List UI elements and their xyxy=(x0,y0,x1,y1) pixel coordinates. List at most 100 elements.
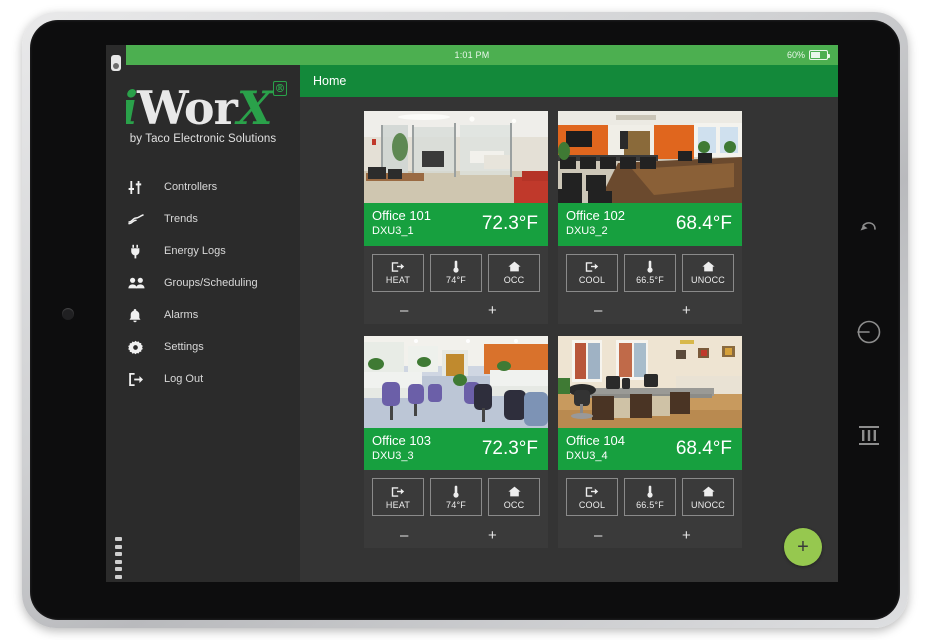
zone-decrease-button[interactable]: – xyxy=(400,303,408,318)
zone-controls: COOL 66.5°F UNOCC xyxy=(558,470,742,522)
zone-increase-button[interactable]: + xyxy=(488,303,497,318)
zone-name: Office 103 xyxy=(372,432,432,448)
mode-arrow-icon xyxy=(391,485,405,498)
screenshot-stage: 1:01 PM 60% iWorX ® by Taco Electronic So… xyxy=(0,0,930,640)
zone-occupancy-button[interactable]: UNOCC xyxy=(682,253,734,292)
home-icon xyxy=(701,260,715,273)
status-bar-right: 60% xyxy=(786,45,830,65)
tablet-left-hardware-strip xyxy=(106,45,126,582)
sidebar-item-label: Groups/Scheduling xyxy=(164,277,258,289)
sliders-icon xyxy=(128,180,154,195)
sidebar-item-trends[interactable]: Trends xyxy=(106,203,300,235)
zone-occupancy-label: OCC xyxy=(503,275,525,286)
sidebar-item-energy-logs[interactable]: Energy Logs xyxy=(106,235,300,267)
logo-letter-w: W xyxy=(136,81,185,135)
zone-mode-button[interactable]: HEAT xyxy=(372,478,424,517)
sidebar-item-label: Energy Logs xyxy=(164,245,226,257)
zone-decrease-button[interactable]: – xyxy=(594,303,602,318)
zone-occupancy-label: UNOCC xyxy=(691,275,725,286)
zone-temperature: 68.4°F xyxy=(675,437,732,459)
recents-icon[interactable] xyxy=(855,421,883,449)
trend-line-icon xyxy=(128,212,154,227)
zone-occupancy-button[interactable]: UNOCC xyxy=(682,478,734,517)
zone-stepper: – + xyxy=(558,298,742,324)
zone-name: Office 104 xyxy=(566,432,626,448)
sidebar-item-alarms[interactable]: Alarms xyxy=(106,299,300,331)
zone-controls: HEAT 74°F OCC xyxy=(364,246,548,298)
mode-arrow-icon xyxy=(391,260,405,273)
sidebar-item-controllers[interactable]: Controllers xyxy=(106,171,300,203)
zone-card-grid: Office 101 DXU3_1 72.3°F HEAT 74°F OCC –… xyxy=(300,97,838,582)
brand-logo: iWorX ® by Taco Electronic Solutions xyxy=(106,65,300,157)
sidebar-item-settings[interactable]: Settings xyxy=(106,331,300,363)
add-zone-fab[interactable]: + xyxy=(784,528,822,566)
home-icon xyxy=(507,260,521,273)
gear-icon xyxy=(128,340,154,355)
back-arrow-icon[interactable] xyxy=(856,217,882,243)
zone-photo-office-lobby xyxy=(364,111,548,203)
zone-controls: HEAT 74°F OCC xyxy=(364,470,548,522)
zone-temperature: 72.3°F xyxy=(481,212,538,234)
zone-occupancy-button[interactable]: OCC xyxy=(488,253,540,292)
zone-setpoint-button[interactable]: 74°F xyxy=(430,253,482,292)
zone-decrease-button[interactable]: – xyxy=(594,528,602,543)
zone-occupancy-label: UNOCC xyxy=(691,499,725,510)
zone-header: Office 102 DXU3_2 68.4°F xyxy=(558,203,742,246)
zone-temperature: 68.4°F xyxy=(675,212,732,234)
app-body: iWorX ® by Taco Electronic Solutions Con… xyxy=(106,65,838,582)
thermometer-icon xyxy=(646,485,654,498)
zone-mode-button[interactable]: COOL xyxy=(566,253,618,292)
zone-setpoint-button[interactable]: 66.5°F xyxy=(624,253,676,292)
zone-decrease-button[interactable]: – xyxy=(400,528,408,543)
sidebar-item-groups-scheduling[interactable]: Groups/Scheduling xyxy=(106,267,300,299)
zone-mode-button[interactable]: HEAT xyxy=(372,253,424,292)
zone-name: Office 101 xyxy=(372,208,432,223)
zone-stepper: – + xyxy=(364,298,548,324)
page-title-bar: Home xyxy=(300,65,838,97)
tablet-screen: 1:01 PM 60% iWorX ® by Taco Electronic So… xyxy=(106,45,838,582)
tablet-home-button[interactable] xyxy=(62,308,74,320)
logo-letter-o: o xyxy=(183,81,215,135)
zone-mode-label: COOL xyxy=(578,499,606,510)
logo-letter-x: X xyxy=(236,81,273,135)
zone-device-id: DXU3_1 xyxy=(372,224,414,237)
zone-header: Office 101 DXU3_1 72.3°F xyxy=(364,203,548,246)
front-camera-icon xyxy=(111,55,121,71)
zone-header: Office 104 DXU3_4 68.4°F xyxy=(558,427,742,471)
zone-photo-private-office xyxy=(558,335,742,428)
zone-device-id: DXU3_4 xyxy=(566,449,608,462)
zone-device-id: DXU3_2 xyxy=(566,224,608,237)
zone-increase-button[interactable]: + xyxy=(488,528,497,543)
zone-setpoint-button[interactable]: 66.5°F xyxy=(624,478,676,517)
sidebar-item-label: Trends xyxy=(164,213,198,225)
mode-arrow-icon xyxy=(585,485,599,498)
zone-card[interactable]: Office 103 DXU3_3 72.3°F HEAT 74°F OCC –… xyxy=(364,335,548,549)
zone-mode-label: HEAT xyxy=(385,499,411,510)
thermometer-icon xyxy=(452,485,460,498)
content-area: Home Office 101 DXU3_1 72.3°F HEAT 74°F … xyxy=(300,65,838,582)
zone-card[interactable]: Office 104 DXU3_4 68.4°F COOL 66.5°F UNO… xyxy=(558,335,742,549)
zone-increase-button[interactable]: + xyxy=(682,528,691,543)
zone-setpoint-label: 66.5°F xyxy=(636,499,664,510)
zone-photo-conference-room xyxy=(558,111,742,203)
zone-increase-button[interactable]: + xyxy=(682,303,691,318)
zone-setpoint-label: 74°F xyxy=(446,275,466,286)
power-icon[interactable] xyxy=(854,317,884,347)
sidebar-item-log-out[interactable]: Log Out xyxy=(106,363,300,395)
home-icon xyxy=(701,485,715,498)
zone-mode-button[interactable]: COOL xyxy=(566,478,618,517)
home-icon xyxy=(507,485,521,498)
zone-stepper: – + xyxy=(558,522,742,548)
zone-card[interactable]: Office 102 DXU3_2 68.4°F COOL 66.5°F UNO… xyxy=(558,111,742,324)
status-bar-time: 1:01 PM xyxy=(454,50,490,60)
zone-occupancy-button[interactable]: OCC xyxy=(488,478,540,517)
zone-card[interactable]: Office 101 DXU3_1 72.3°F HEAT 74°F OCC –… xyxy=(364,111,548,324)
sidebar-menu: Controllers Trends Energy Logs Groups/Sc… xyxy=(106,171,300,395)
zone-photo-open-plan-cubicles xyxy=(364,335,548,428)
zone-header: Office 103 DXU3_3 72.3°F xyxy=(364,427,548,471)
zone-occupancy-label: OCC xyxy=(503,499,525,510)
zone-setpoint-button[interactable]: 74°F xyxy=(430,478,482,517)
battery-percent-label: 60% xyxy=(786,50,805,60)
status-bar: 1:01 PM 60% xyxy=(106,45,838,65)
speaker-grille xyxy=(111,537,125,579)
